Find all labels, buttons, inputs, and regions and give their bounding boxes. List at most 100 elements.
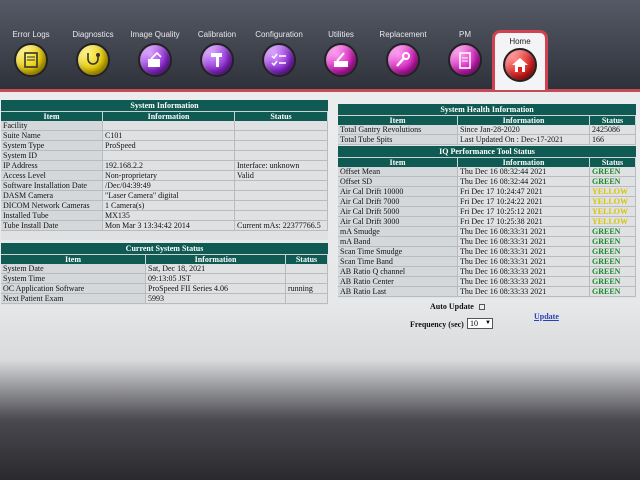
table-cell: GREEN (590, 277, 636, 286)
table-row: AB Ratio Q channel Thu Dec 16 08:33:33 20… (338, 267, 636, 277)
table-cell: Tube Install Date (1, 221, 103, 230)
table-cell: GREEN (590, 177, 636, 186)
table-cell: Thu Dec 16 08:33:31 2021 (458, 237, 590, 246)
table-cell: 192.168.2.2 (103, 161, 235, 170)
phantom-icon (138, 43, 172, 77)
table-cell: "Laser Camera" digital (103, 191, 235, 200)
system-health-panel: System Health Information Item Informatio… (338, 104, 636, 148)
table-cell: /Dec/04:39:49 (103, 181, 235, 190)
table-cell: DICOM Network Cameras (1, 201, 103, 210)
column-header: Information (103, 112, 235, 121)
current-status-title: Current System Status (1, 243, 328, 254)
table-row: Tube Install Date Mon Mar 3 13:34:42 2014… (1, 221, 328, 231)
table-cell: GREEN (590, 267, 636, 276)
table-cell: GREEN (590, 167, 636, 176)
toolbar-button-label: Error Logs (12, 30, 50, 39)
table-cell: Fri Dec 17 10:25:12 2021 (458, 207, 590, 216)
table-cell: 5993 (146, 294, 286, 303)
toolbar-button-configuration[interactable]: Configuration (248, 0, 310, 88)
toolbar-button-replacement[interactable]: Replacement (372, 0, 434, 88)
system-info-title: System Information (1, 100, 328, 111)
auto-update-label: Auto Update (430, 302, 474, 311)
table-row: Offset Mean Thu Dec 16 08:32:44 2021 GREEN (338, 167, 636, 177)
table-cell: DASM Camera (1, 191, 103, 200)
toolbar-button-utilities[interactable]: Utilities (310, 0, 372, 88)
table-cell (235, 201, 328, 210)
table-cell: Scan Time Band (338, 257, 458, 266)
table-row: Installed Tube MX135 (1, 211, 328, 221)
table-cell: YELLOW (590, 197, 636, 206)
toolbar-button-pm[interactable]: PM (434, 0, 496, 88)
table-cell: Suite Name (1, 131, 103, 140)
table-cell: Mon Mar 3 13:34:42 2014 (103, 221, 235, 230)
column-header: Information (458, 116, 590, 125)
table-cell: Installed Tube (1, 211, 103, 220)
table-cell (235, 131, 328, 140)
table-cell: Thu Dec 16 08:33:31 2021 (458, 227, 590, 236)
table-cell: ProSpeed (103, 141, 235, 150)
update-link[interactable]: Update (534, 312, 559, 321)
table-row: DICOM Network Cameras 1 Camera(s) (1, 201, 328, 211)
table-cell: Fri Dec 17 10:24:47 2021 (458, 187, 590, 196)
iq-tool-header: Item Information Status (338, 157, 636, 167)
auto-update-control: Auto Update (430, 302, 485, 311)
table-cell: System Type (1, 141, 103, 150)
table-row: Facility (1, 121, 328, 131)
toolbar-button-label: Diagnostics (72, 30, 114, 39)
hammer-icon (200, 43, 234, 77)
table-row: IP Address 192.168.2.2 Interface: unknown (1, 161, 328, 171)
table-cell: Air Cal Drift 5000 (338, 207, 458, 216)
toolbar-button-calibration[interactable]: Calibration (186, 0, 248, 88)
table-row: System Date Sat, Dec 18, 2021 (1, 264, 328, 274)
column-header: Status (590, 158, 636, 167)
iq-tool-rows: Offset Mean Thu Dec 16 08:32:44 2021 GREEN… (338, 167, 636, 297)
table-cell: Thu Dec 16 08:33:31 2021 (458, 247, 590, 256)
table-cell: Air Cal Drift 7000 (338, 197, 458, 206)
table-cell: AB Ratio Q channel (338, 267, 458, 276)
toolbar-button-image-quality[interactable]: Image Quality (124, 0, 186, 88)
toolbar-button-diagnostics[interactable]: Diagnostics (62, 0, 124, 88)
toolbar-button-label: Utilities (328, 30, 354, 39)
table-cell (235, 181, 328, 190)
table-row: Suite Name C101 (1, 131, 328, 141)
frequency-value: 10 (470, 319, 478, 328)
table-row: Access Level Non-proprietary Valid (1, 171, 328, 181)
table-cell: AB Ratio Center (338, 277, 458, 286)
toolbar-button-label: Image Quality (130, 30, 180, 39)
column-header: Status (590, 116, 636, 125)
toolbar-button-home[interactable]: Home (492, 30, 548, 90)
toolbar-button-label: Replacement (379, 30, 427, 39)
table-cell (235, 141, 328, 150)
toolbar-button-label: Configuration (255, 30, 303, 39)
column-header: Item (338, 158, 458, 167)
table-cell: MX135 (103, 211, 235, 220)
table-row: DASM Camera "Laser Camera" digital (1, 191, 328, 201)
system-health-rows: Total Gantry Revolutions Since Jan-28-202… (338, 125, 636, 145)
tools-icon (324, 43, 358, 77)
stethoscope-icon (76, 43, 110, 77)
wrench-icon (386, 43, 420, 77)
table-cell: OC Application Software (1, 284, 146, 293)
table-cell: 2425086 (590, 125, 636, 134)
auto-update-checkbox[interactable] (478, 304, 485, 311)
table-cell: Non-proprietary (103, 171, 235, 180)
table-row: Air Cal Drift 7000 Fri Dec 17 10:24:22 20… (338, 197, 636, 207)
system-info-panel: System Information Item Information Status… (1, 100, 328, 240)
table-row: Scan Time Band Thu Dec 16 08:33:31 2021 GR… (338, 257, 636, 267)
table-cell: mA Smudge (338, 227, 458, 236)
table-cell: GREEN (590, 237, 636, 246)
column-header: Item (1, 112, 103, 121)
table-cell: Scan Time Smudge (338, 247, 458, 256)
table-cell: Thu Dec 16 08:32:44 2021 (458, 167, 590, 176)
table-cell: Software Installation Date (1, 181, 103, 190)
table-cell: YELLOW (590, 217, 636, 226)
toolbar-button-error-logs[interactable]: Error Logs (0, 0, 62, 88)
table-cell: Thu Dec 16 08:33:33 2021 (458, 267, 590, 276)
table-row: AB Ratio Last Thu Dec 16 08:33:33 2021 GRE… (338, 287, 636, 297)
table-cell: System ID (1, 151, 103, 160)
table-cell: Air Cal Drift 3000 (338, 217, 458, 226)
table-cell: C101 (103, 131, 235, 140)
table-cell: Next Patient Exam (1, 294, 146, 303)
frequency-select[interactable]: 10 ▼ (467, 318, 493, 329)
table-cell: 09:13:05 JST (146, 274, 286, 283)
